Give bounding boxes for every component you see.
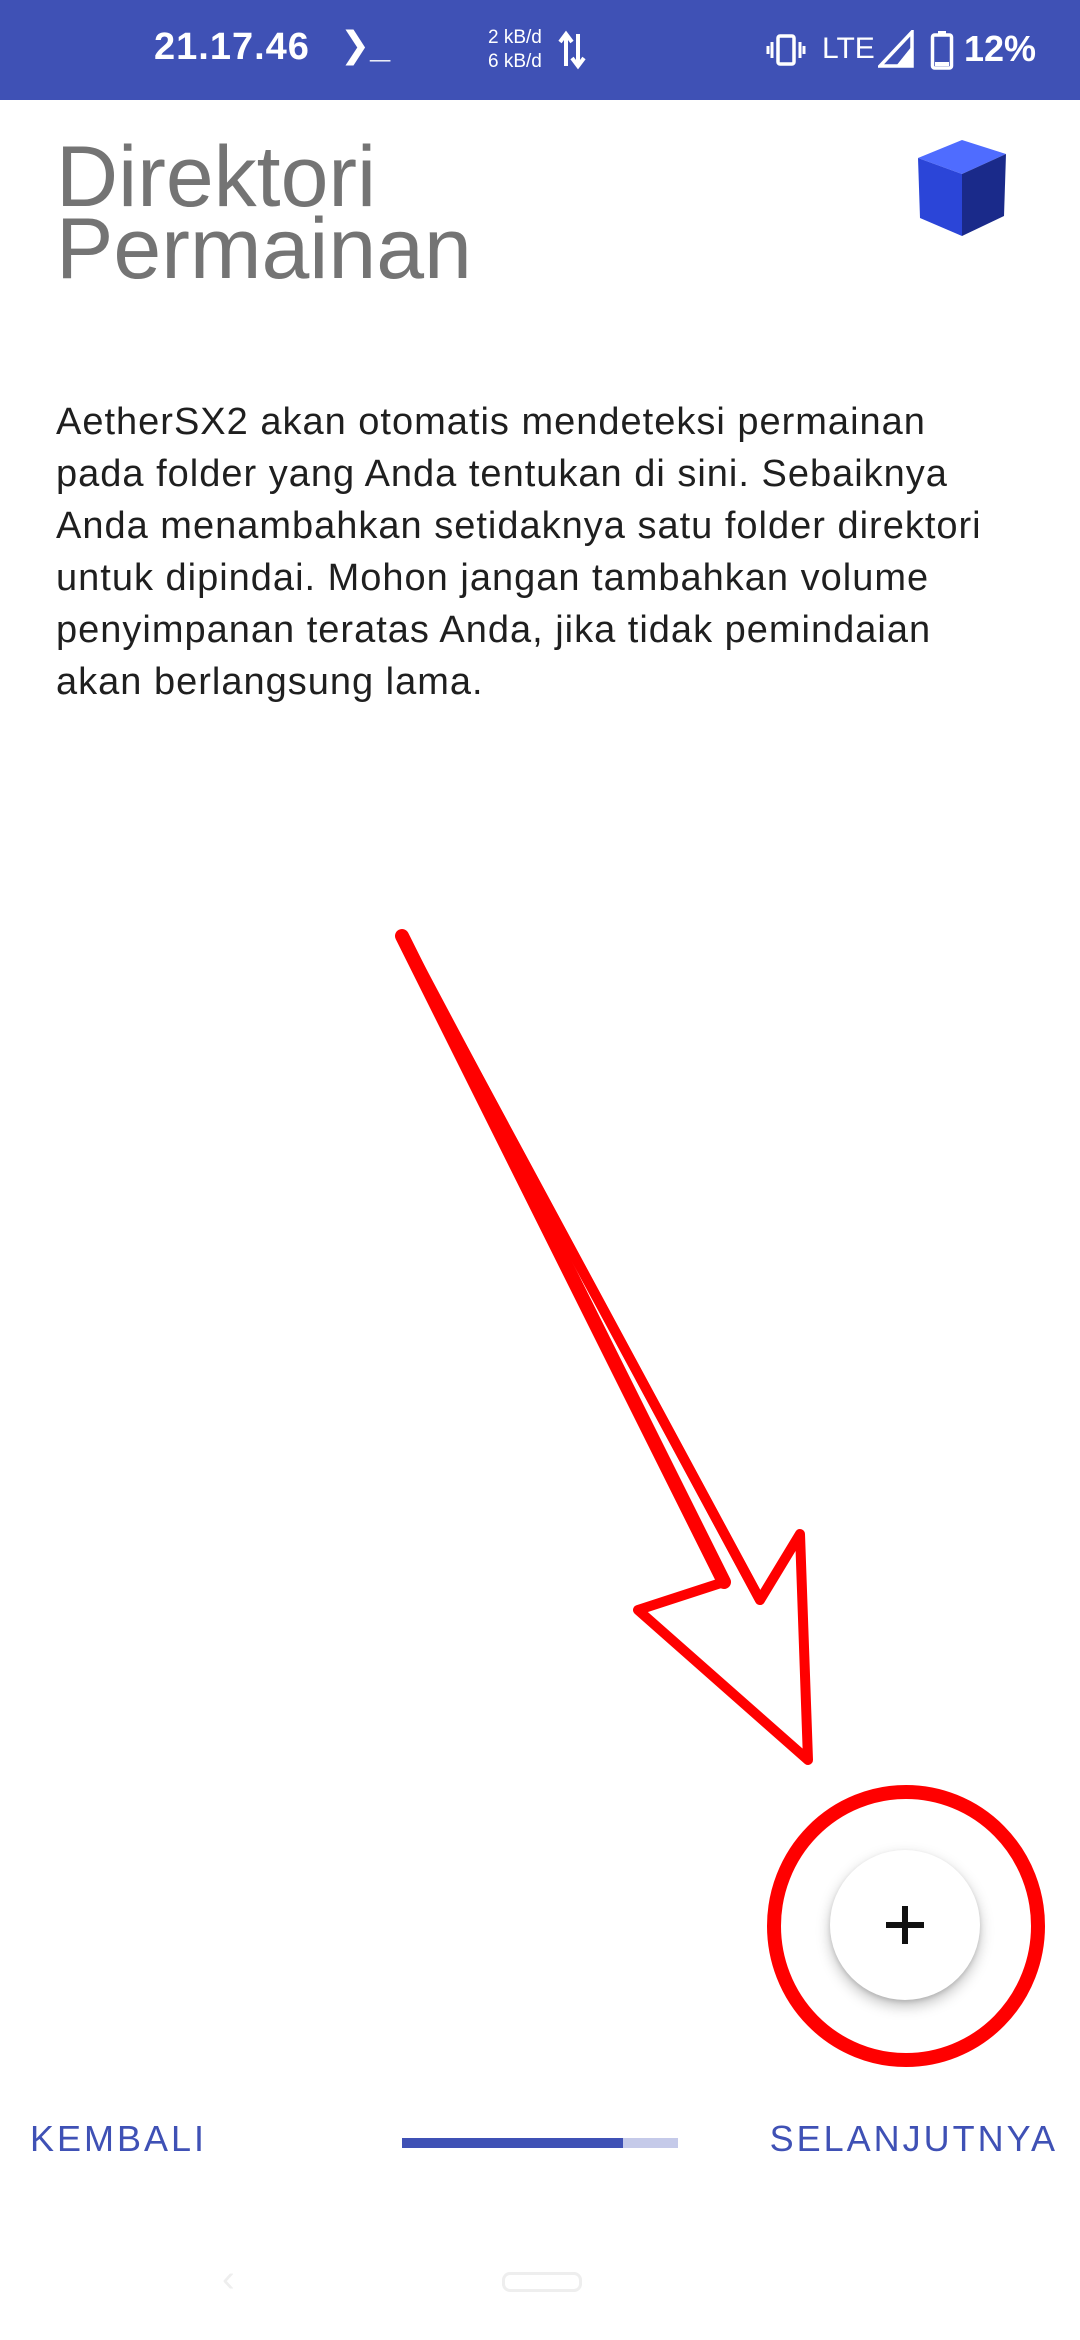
back-button[interactable]: KEMBALI	[30, 2118, 207, 2160]
setup-progress-fill	[402, 2138, 623, 2148]
back-chevron-icon[interactable]: ‹	[222, 2258, 235, 2301]
setup-progress	[402, 2138, 678, 2148]
plus-icon	[886, 1906, 924, 1944]
next-button[interactable]: SELANJUTNYA	[770, 2118, 1058, 2160]
home-pill-icon[interactable]	[502, 2272, 582, 2292]
red-arrow-annotation	[395, 929, 1045, 2067]
add-folder-button[interactable]	[830, 1850, 980, 2000]
